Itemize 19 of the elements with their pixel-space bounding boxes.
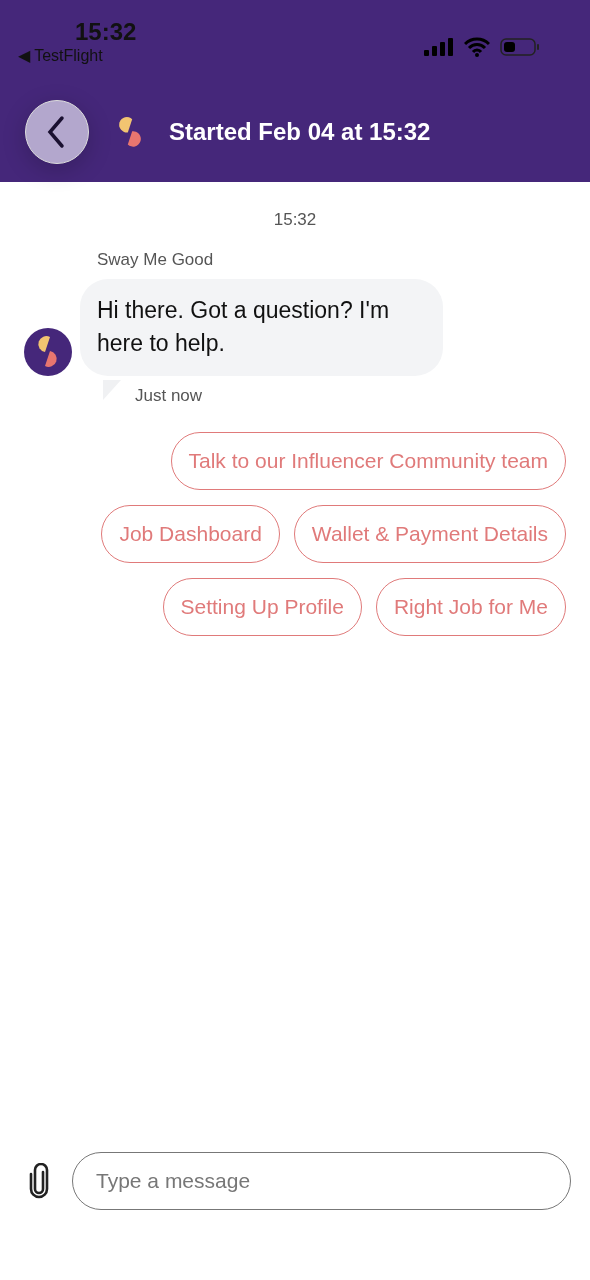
status-time: 15:32 xyxy=(75,18,137,46)
quick-reply-button[interactable]: Job Dashboard xyxy=(101,505,280,563)
avatar-icon xyxy=(24,328,72,376)
attachment-icon[interactable] xyxy=(28,1163,50,1199)
quick-reply-button[interactable]: Wallet & Payment Details xyxy=(293,505,566,563)
message-input[interactable]: Type a message xyxy=(72,1152,571,1210)
message-timestamp: 15:32 xyxy=(273,210,317,230)
chat-title: Started Feb 04 at 15:32 xyxy=(169,118,431,146)
quick-reply-button[interactable]: Talk to our Influencer Community team xyxy=(170,432,566,490)
logo-icon xyxy=(119,117,141,147)
wifi-icon xyxy=(464,37,490,57)
sender-name: Sway Me Good xyxy=(97,250,215,270)
signal-icon xyxy=(424,38,454,56)
message-bubble: Hi there. Got a question? I'm here to help. xyxy=(80,279,443,376)
sent-time: Just now xyxy=(135,386,203,406)
battery-icon xyxy=(500,37,540,57)
back-to-app-link[interactable]: ◀ TestFlight xyxy=(18,46,103,66)
quick-reply-button[interactable]: Right Job for Me xyxy=(375,578,566,636)
quick-reply-button[interactable]: Setting Up Profile xyxy=(162,578,362,636)
